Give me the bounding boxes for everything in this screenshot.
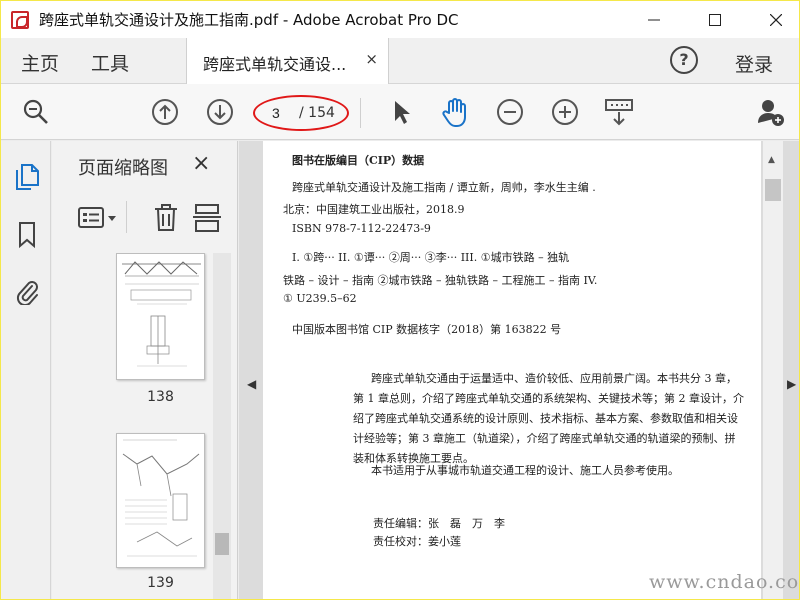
panel-title: 页面缩略图 [78,158,168,179]
zoom-search-button[interactable] [18,94,54,130]
help-icon[interactable]: ? [670,46,698,74]
cip-heading: 图书在版编目（CIP）数据 [292,154,425,167]
minimize-button[interactable] [631,1,677,38]
insert-page-button[interactable] [193,203,221,237]
hand-icon [442,98,466,127]
panel-close-button[interactable]: × [192,151,210,176]
window-title: 跨座式单轨交通设计及施工指南.pdf - Adobe Acrobat Pro D… [39,11,459,29]
thumbnail-page[interactable] [116,253,205,380]
insert-page-icon [193,204,221,232]
tools-menu[interactable]: 工具 [91,49,129,76]
minimize-icon [648,19,660,20]
document-scrollbar-thumb[interactable] [765,179,781,201]
attachments-button[interactable] [14,277,40,305]
document-tab[interactable]: 跨座式单轨交通设... × [186,38,389,84]
maximize-button[interactable] [692,1,738,38]
menu-row: 主页 工具 跨座式单轨交通设... × ? 登录 [1,38,799,84]
summary-line: 本书适用于从事城市轨道交通工程的设计、施工人员参考使用。 [371,464,679,477]
page-total: / 154 [299,105,335,121]
keyboard-icon [605,99,633,126]
home-menu[interactable]: 主页 [21,49,59,76]
thumbnail-panel: 页面缩略图 × 138 139 [52,141,238,599]
expand-right-panel-button[interactable]: ▶ [787,377,796,391]
trash-icon [155,204,177,231]
document-scrollbar[interactable]: ▲ [763,141,783,599]
thumbnail-list: 138 139 [52,253,222,599]
cip-line: ① U239.5–62 [283,292,357,305]
cip-line: 北京：中国建筑工业出版社，2018.9 [283,203,465,216]
bookmark-icon [19,222,35,249]
thumbnail-label: 139 [147,575,174,591]
cip-line: ISBN 978-7-112-22473-9 [292,222,431,235]
share-user-button[interactable] [753,94,789,130]
thumbnail-toolbar-divider [126,201,127,233]
tab-close-button[interactable]: × [365,50,378,68]
close-window-button[interactable] [753,1,799,38]
zoom-in-button[interactable] [547,94,583,130]
left-rail [1,141,51,599]
minus-circle-icon [497,99,523,125]
page-thumbnails-icon [16,164,39,190]
toolbar-divider [360,98,361,128]
keyboard-tool-button[interactable] [601,94,637,130]
thumbnail-drawing [122,261,201,367]
thumbnail-options-button[interactable] [78,205,120,235]
thumbnail-toolbar [52,199,238,239]
close-icon [770,13,782,26]
thumbnail-page[interactable] [116,433,205,568]
collapse-left-panel-button[interactable]: ◀ [247,377,256,391]
cip-line: 跨座式单轨交通设计及施工指南 / 谭立新，周帅，李水生主编 . [292,181,596,194]
document-area: ◀ 图书在版编目（CIP）数据 跨座式单轨交通设计及施工指南 / 谭立新，周帅，… [239,141,799,599]
toolbar: / 154 [1,84,799,140]
add-user-icon [758,100,784,126]
arrow-down-circle-icon [207,99,233,125]
paperclip-icon [16,281,38,305]
summary-line: 跨座式单轨交通由于运量适中、造价较低、应用前景广阔。本书共分 3 章， [371,372,737,385]
thumbnail-scrollbar-thumb[interactable] [215,533,229,555]
cip-line: 铁路 – 设计 – 指南 ②城市铁路 – 独轨铁路 – 工程施工 – 指南 IV… [283,274,598,287]
delete-page-button[interactable] [153,203,179,237]
page-number-input[interactable] [259,101,299,125]
cip-line: I. ①跨··· II. ①谭··· ②周··· ③李··· III. ①城市铁… [292,251,570,264]
summary-line: 第 1 章总则，介绍了跨座式单轨交通的系统架构、关键技术等；第 2 章设计，介 [353,392,744,405]
cip-line: 中国版本图书馆 CIP 数据核字（2018）第 163822 号 [292,323,562,336]
next-page-button[interactable] [202,94,238,130]
plus-circle-icon [552,99,578,125]
scroll-up-arrow-icon[interactable]: ▲ [768,155,775,165]
acrobat-icon [11,10,29,29]
zoom-out-button[interactable] [492,94,528,130]
select-tool-button[interactable] [383,94,419,130]
tab-label: 跨座式单轨交通设... [203,55,347,74]
bookmarks-button[interactable] [14,221,40,249]
acrobat-window: 跨座式单轨交通设计及施工指南.pdf - Adobe Acrobat Pro D… [1,1,799,599]
proofreader-line: 责任校对：姜小莲 [373,535,461,548]
list-options-icon [78,207,116,228]
hand-tool-button[interactable] [437,94,473,130]
summary-line: 绍了跨座式单轨交通系统的设计原则、技术指标、基本方案、参数取值和相关设 [353,412,738,425]
pdf-page: 图书在版编目（CIP）数据 跨座式单轨交通设计及施工指南 / 谭立新，周帅，李水… [263,141,761,599]
maximize-icon [709,13,721,26]
thumbnail-scrollbar[interactable] [213,253,231,599]
page-thumbnails-button[interactable] [14,163,40,191]
editor-line: 责任编辑：张 磊 万 李 [373,517,505,530]
title-bar: 跨座式单轨交通设计及施工指南.pdf - Adobe Acrobat Pro D… [1,1,799,38]
arrow-up-circle-icon [152,99,178,125]
login-button[interactable]: 登录 [735,50,773,77]
previous-page-button[interactable] [147,94,183,130]
thumbnail-drawing [122,439,200,557]
cursor-arrow-icon [395,101,410,124]
thumbnail-label: 138 [147,389,174,405]
summary-line: 计经验等；第 3 章施工（轨道梁），介绍了跨座式单轨交通的轨道梁的预制、拼 [353,432,736,445]
magnifier-minus-icon [23,99,48,124]
site-watermark: www.cndao.com [649,571,799,593]
